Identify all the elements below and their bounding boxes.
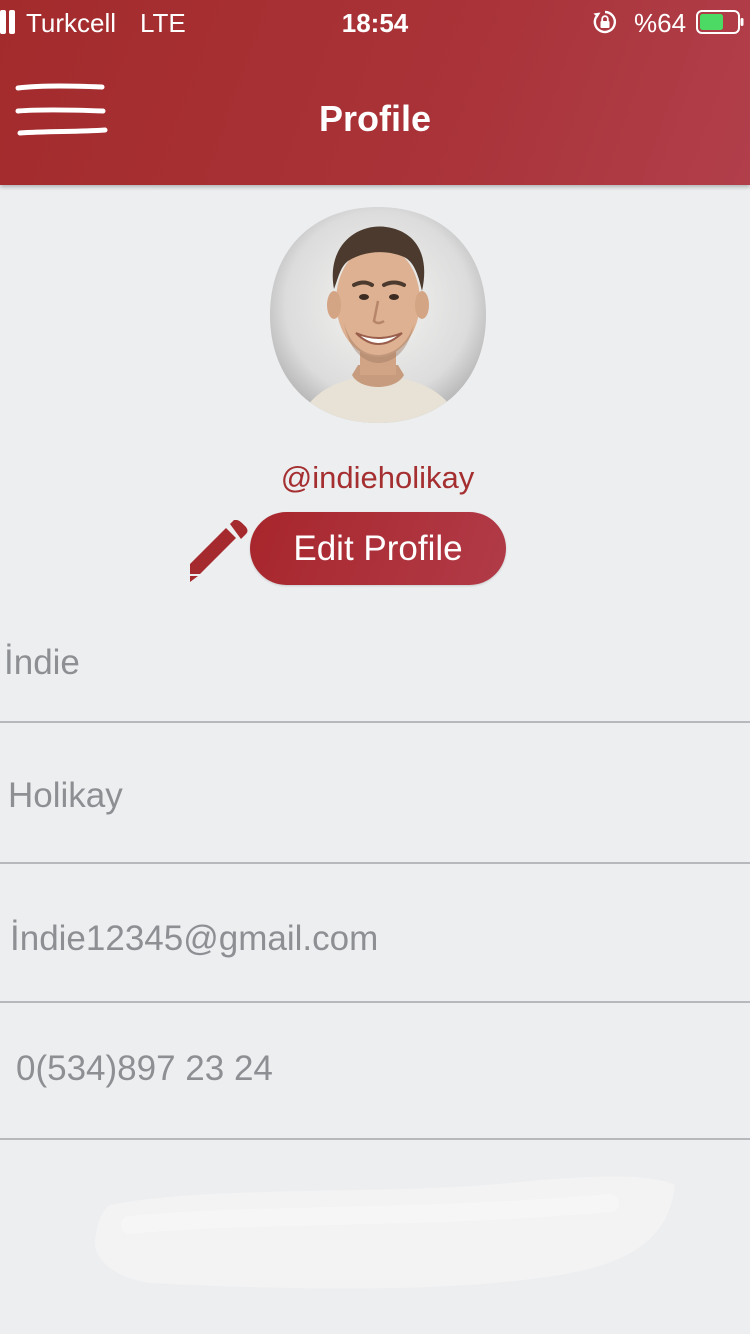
rotation-lock-icon xyxy=(593,10,617,34)
status-bar: Turkcell LTE 18:54 %64 xyxy=(0,0,750,46)
divider xyxy=(0,721,750,723)
app-header: Turkcell LTE 18:54 %64 Profile xyxy=(0,0,750,185)
divider xyxy=(0,862,750,864)
pencil-icon[interactable] xyxy=(186,520,248,582)
first-name-field[interactable]: İndie xyxy=(4,641,750,685)
profile-avatar[interactable] xyxy=(268,205,488,425)
phone-field[interactable]: 0(534)897 23 24 xyxy=(16,1047,750,1091)
email-field[interactable]: İndie12345@gmail.com xyxy=(10,917,750,961)
username: @indieholikay xyxy=(280,460,475,495)
redacted-area xyxy=(94,1176,675,1289)
last-name-field[interactable]: Holikay xyxy=(8,774,750,818)
edit-profile-button[interactable]: Edit Profile xyxy=(250,512,506,585)
divider xyxy=(0,1138,750,1140)
page-title: Profile xyxy=(318,98,432,139)
battery-percent: %64 xyxy=(634,8,687,38)
battery-icon xyxy=(696,10,744,34)
divider xyxy=(0,1001,750,1003)
